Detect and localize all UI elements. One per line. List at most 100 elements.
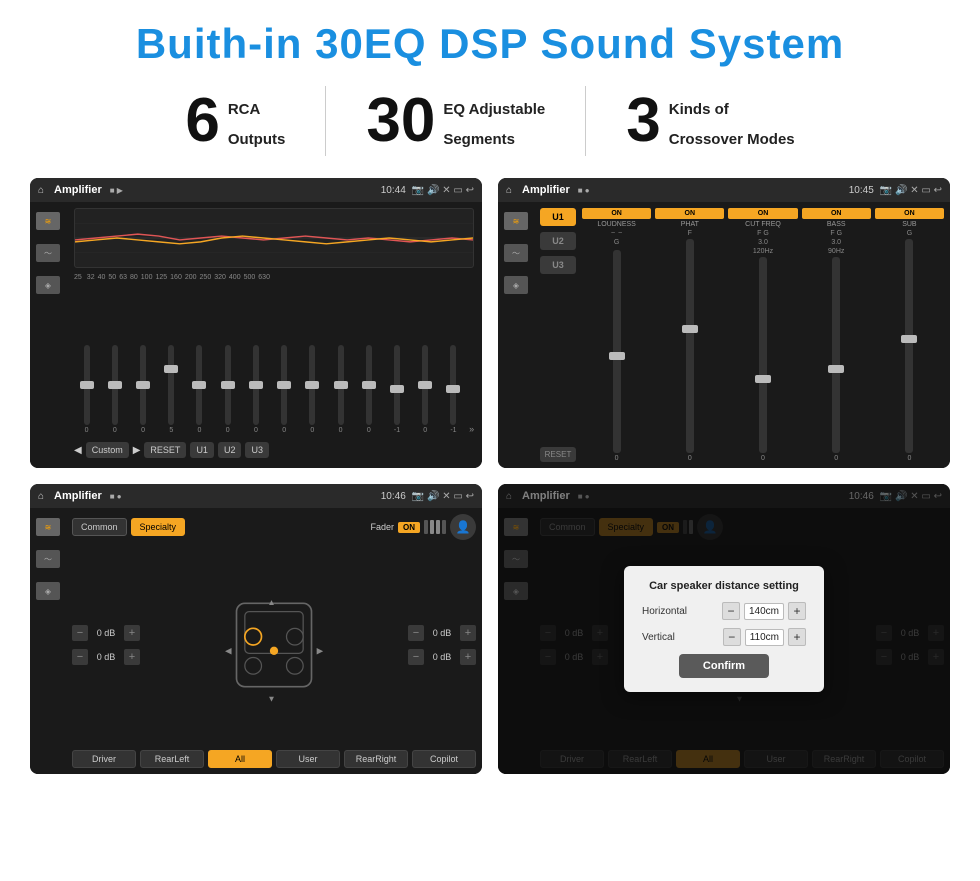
stat-label-crossover-1: Kinds of (669, 90, 795, 120)
screen3-spec-area: Common Specialty Fader ON 👤 (66, 508, 482, 774)
copilot-btn[interactable]: Copilot (412, 750, 476, 768)
all-btn[interactable]: All (208, 750, 272, 768)
vol-plus-4[interactable]: + (460, 649, 476, 665)
screen-amp: ⌂ Amplifier ■ ● 10:45 📷 🔊 ✕ ▭ ↩ ≋ 〜 ◈ U1… (498, 178, 950, 468)
amp-ch-sub: ON SUB G 0 (875, 208, 944, 462)
vol-minus-1[interactable]: − (72, 625, 88, 641)
vol-plus-2[interactable]: + (124, 649, 140, 665)
eq-reset-btn[interactable]: RESET (144, 442, 186, 458)
amp-ch-bass: ON BASS F G 3.0 90Hz 0 (802, 208, 871, 462)
screen1-content: ≋ 〜 ◈ (30, 202, 482, 468)
dialog-row-horizontal: Horizontal − 140cm + (642, 602, 806, 620)
sidebar2-wave-icon[interactable]: 〜 (504, 244, 528, 262)
eq-slider-4[interactable]: 0 (187, 345, 212, 434)
eq-slider-0[interactable]: 0 (74, 345, 99, 434)
driver-btn[interactable]: Driver (72, 750, 136, 768)
home-icon-3[interactable]: ⌂ (38, 491, 44, 502)
preset-u2[interactable]: U2 (540, 232, 576, 250)
sidebar-eq-icon[interactable]: ≋ (36, 212, 60, 230)
sidebar3-wave-icon[interactable]: 〜 (36, 550, 60, 568)
sidebar-wave-icon[interactable]: 〜 (36, 244, 60, 262)
ch-track-phat[interactable] (686, 239, 694, 453)
screen2-amp-area: U1 U2 U3 RESET ON LOUDNESS ~~ (534, 202, 950, 468)
fader-bar-2 (430, 520, 434, 534)
eq-custom-btn[interactable]: Custom (86, 442, 129, 458)
user-icon-btn[interactable]: 👤 (450, 514, 476, 540)
eq-slider-5[interactable]: 0 (215, 345, 240, 434)
preset-u1[interactable]: U1 (540, 208, 576, 226)
ch-track-bass[interactable] (832, 257, 840, 453)
home-icon-2[interactable]: ⌂ (506, 185, 512, 196)
sidebar3-eq-icon[interactable]: ≋ (36, 518, 60, 536)
sidebar3-speaker-icon[interactable]: ◈ (36, 582, 60, 600)
amp-reset-btn[interactable]: RESET (540, 447, 576, 462)
screen1-topbar: ⌂ Amplifier ■ ▶ 10:44 📷 🔊 ✕ ▭ ↩ (30, 178, 482, 202)
ch-track-sub[interactable] (905, 239, 913, 453)
eq-slider-8[interactable]: 0 (300, 345, 325, 434)
screen3-content: ≋ 〜 ◈ Common Specialty Fader ON (30, 508, 482, 774)
vol-minus-3[interactable]: − (408, 625, 424, 641)
dialog-plus-vertical[interactable]: + (788, 628, 806, 646)
amp-ch-phat: ON PHAT F 0 (655, 208, 724, 462)
ch-track-loudness[interactable] (613, 250, 621, 453)
vol-minus-4[interactable]: − (408, 649, 424, 665)
dialog-confirm-btn[interactable]: Confirm (679, 654, 769, 678)
home-icon[interactable]: ⌂ (38, 185, 44, 196)
dialog-label-vertical: Vertical (642, 632, 697, 643)
car-diagram-area: − 0 dB + − 0 dB + (72, 545, 476, 745)
eq-slider-9[interactable]: 0 (328, 345, 353, 434)
preset-u3[interactable]: U3 (540, 256, 576, 274)
rearleft-btn[interactable]: RearLeft (140, 750, 204, 768)
ch-on-bass: ON (802, 208, 871, 219)
eq-sliders-area: 0 0 0 5 0 0 0 0 0 0 0 -1 0 -1 » (74, 284, 474, 438)
svg-text:▲: ▲ (267, 597, 275, 607)
ch-label-sub: SUB (902, 221, 916, 228)
stat-number-crossover: 3 (626, 90, 660, 152)
eq-slider-7[interactable]: 0 (272, 345, 297, 434)
vol-value-4: 0 dB (428, 652, 456, 662)
eq-slider-13[interactable]: -1 (441, 345, 466, 434)
eq-next-btn[interactable]: ▶ (133, 445, 141, 456)
ch-on-cutfreq: ON (728, 208, 797, 219)
fader-on-badge: ON (398, 522, 420, 533)
screen3-topbar: ⌂ Amplifier ■ ● 10:46 📷 🔊 ✕ ▭ ↩ (30, 484, 482, 508)
stat-label-eq-2: Segments (443, 120, 545, 150)
eq-u2-btn[interactable]: U2 (218, 442, 242, 458)
stat-label-crossover-2: Crossover Modes (669, 120, 795, 150)
eq-u1-btn[interactable]: U1 (190, 442, 214, 458)
eq-slider-3[interactable]: 5 (159, 345, 184, 434)
screen3-topbar-icons: 📷 🔊 ✕ ▭ ↩ (412, 491, 474, 502)
eq-slider-6[interactable]: 0 (243, 345, 268, 434)
eq-slider-10[interactable]: 0 (356, 345, 381, 434)
tab-specialty[interactable]: Specialty (131, 518, 186, 536)
stats-row: 6 RCA Outputs 30 EQ Adjustable Segments … (30, 86, 950, 156)
eq-slider-2[interactable]: 0 (130, 345, 155, 434)
screen3-time: 10:46 (381, 491, 406, 502)
tab-common[interactable]: Common (72, 518, 127, 536)
vol-plus-3[interactable]: + (460, 625, 476, 641)
dialog-minus-vertical[interactable]: − (723, 628, 741, 646)
dialog-val-vertical: 110cm (745, 629, 784, 646)
sidebar2-speaker-icon[interactable]: ◈ (504, 276, 528, 294)
ch-label-loudness: LOUDNESS (597, 221, 636, 228)
sidebar2-eq-icon[interactable]: ≋ (504, 212, 528, 230)
vol-value-3: 0 dB (428, 628, 456, 638)
eq-slider-12[interactable]: 0 (413, 345, 438, 434)
eq-prev-btn[interactable]: ◀ (74, 445, 82, 456)
ch-label-cutfreq: CUT FREQ (745, 221, 781, 228)
eq-slider-1[interactable]: 0 (102, 345, 127, 434)
sidebar-speaker-icon[interactable]: ◈ (36, 276, 60, 294)
ch-track-cutfreq[interactable] (759, 257, 767, 453)
vol-row-1: − 0 dB + (72, 625, 140, 641)
eq-slider-11[interactable]: -1 (384, 345, 409, 434)
user-btn[interactable]: User (276, 750, 340, 768)
amp-channels: ON LOUDNESS ~~ G 0 (582, 208, 944, 462)
vol-minus-2[interactable]: − (72, 649, 88, 665)
vol-plus-1[interactable]: + (124, 625, 140, 641)
stat-number-eq: 30 (366, 90, 435, 152)
fader-bar-3 (436, 520, 440, 534)
dialog-plus-horizontal[interactable]: + (788, 602, 806, 620)
rearright-btn[interactable]: RearRight (344, 750, 408, 768)
eq-u3-btn[interactable]: U3 (245, 442, 269, 458)
dialog-minus-horizontal[interactable]: − (722, 602, 740, 620)
